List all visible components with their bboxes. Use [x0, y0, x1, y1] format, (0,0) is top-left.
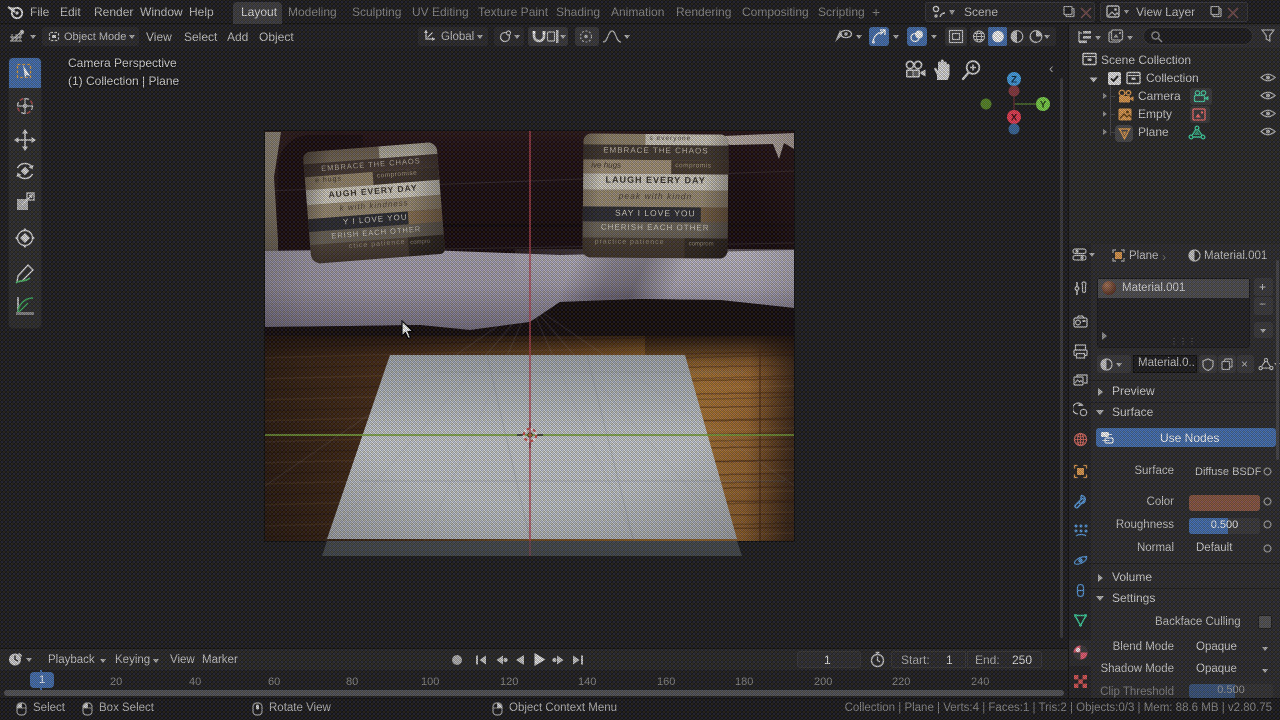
svg-text:Z: Z — [1011, 75, 1017, 86]
svg-text:Y: Y — [1040, 100, 1047, 111]
svg-text:X: X — [1011, 113, 1018, 124]
